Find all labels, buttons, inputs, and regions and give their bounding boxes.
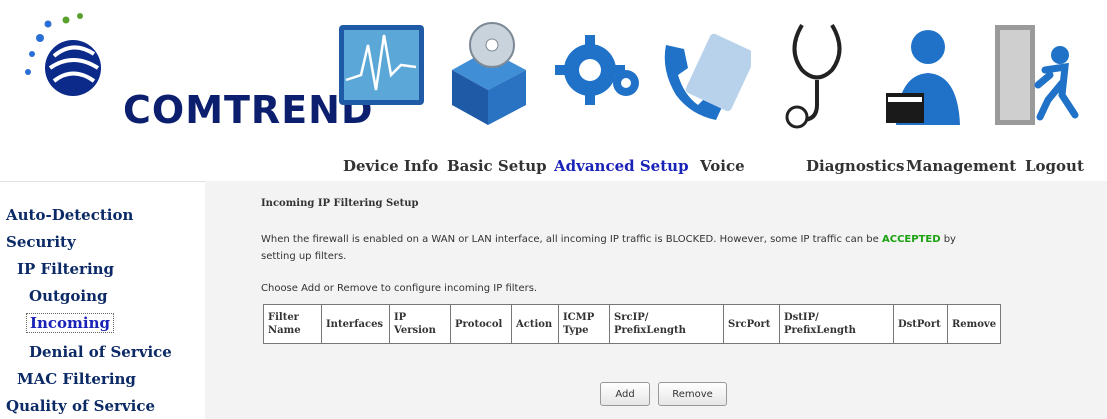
device-info-icon[interactable] [336, 5, 431, 135]
nav-menu: Device Info Basic Setup Advanced Setup V… [0, 157, 1107, 179]
remove-button[interactable]: Remove [658, 382, 727, 406]
col-action: Action [511, 304, 559, 344]
nav-device-info[interactable]: Device Info [343, 157, 438, 175]
nav-voice[interactable]: Voice [700, 157, 745, 175]
sidebar-item-denial-of-service[interactable]: Denial of Service [29, 343, 172, 361]
basic-setup-icon[interactable] [442, 5, 534, 135]
sidebar-item-security[interactable]: Security [6, 233, 76, 251]
col-icmp-type: ICMP Type [558, 304, 610, 344]
sidebar-item-quality-of-service[interactable]: Quality of Service [6, 397, 155, 415]
col-dstport: DstPort [893, 304, 948, 344]
filters-table: Filter Name Interfaces IP Version Protoc… [263, 304, 1002, 344]
page-title: Incoming IP Filtering Setup [261, 198, 419, 209]
col-remove: Remove [946, 304, 1002, 344]
nav-management[interactable]: Management [906, 157, 1016, 175]
description-part1: When the firewall is enabled on a WAN or… [261, 234, 879, 245]
table-header-row: Filter Name Interfaces IP Version Protoc… [263, 304, 1002, 344]
col-dstip-prefix: DstIP/ PrefixLength [779, 304, 894, 344]
diagnostics-icon[interactable] [772, 5, 862, 135]
sidebar-item-auto-detection[interactable]: Auto-Detection [6, 206, 133, 224]
voice-icon[interactable] [656, 5, 751, 135]
sidebar-item-outgoing[interactable]: Outgoing [29, 287, 108, 305]
nav-basic-setup[interactable]: Basic Setup [447, 157, 547, 175]
description-line2: setting up filters. [261, 251, 347, 262]
accepted-text: ACCEPTED [881, 234, 941, 245]
nav-icons [336, 0, 1107, 140]
sidebar-item-incoming[interactable]: Incoming [26, 313, 115, 333]
logout-icon[interactable] [990, 5, 1080, 135]
management-icon[interactable] [876, 5, 966, 135]
header: COMTREND Device Info Basic Setup Advance… [0, 0, 1107, 182]
nav-logout[interactable]: Logout [1025, 157, 1084, 175]
col-interfaces: Interfaces [321, 304, 390, 344]
logo-emblem-icon [25, 13, 101, 96]
description-part2: by [943, 234, 956, 245]
col-ip-version: IP Version [389, 304, 451, 344]
col-protocol: Protocol [450, 304, 512, 344]
col-filter-name: Filter Name [263, 304, 322, 344]
comtrend-logo: COMTREND [18, 10, 373, 132]
col-srcip-prefix: SrcIP/ PrefixLength [609, 304, 724, 344]
main-content: Incoming IP Filtering Setup When the fir… [205, 181, 1107, 419]
nav-advanced-setup[interactable]: Advanced Setup [554, 157, 689, 175]
choose-text: Choose Add or Remove to configure incomi… [261, 283, 538, 294]
description-text: When the firewall is enabled on a WAN or… [261, 231, 1091, 265]
nav-diagnostics[interactable]: Diagnostics [806, 157, 904, 175]
col-srcport: SrcPort [723, 304, 780, 344]
sidebar-item-mac-filtering[interactable]: MAC Filtering [17, 370, 136, 388]
sidebar: Auto-Detection Security IP Filtering Out… [0, 196, 205, 419]
advanced-setup-icon[interactable] [550, 5, 645, 135]
sidebar-item-ip-filtering[interactable]: IP Filtering [17, 260, 114, 278]
add-button[interactable]: Add [600, 382, 650, 406]
